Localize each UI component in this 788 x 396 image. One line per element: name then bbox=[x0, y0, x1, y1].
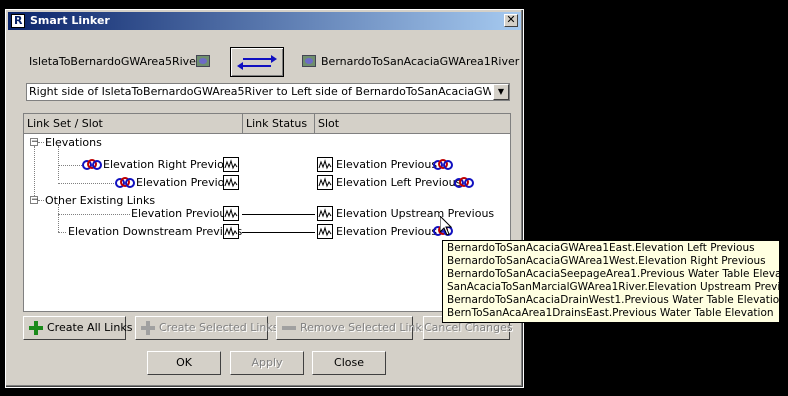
close-window-button[interactable]: ✕ bbox=[504, 14, 518, 27]
app-icon bbox=[11, 14, 25, 28]
window-title: Smart Linker bbox=[30, 14, 110, 27]
plus-icon bbox=[141, 321, 155, 335]
remove-selected-links-button[interactable]: Remove Selected Links bbox=[276, 316, 428, 340]
chevron-down-icon[interactable]: ▼ bbox=[493, 84, 509, 100]
minus-icon bbox=[282, 326, 296, 330]
collapse-icon[interactable]: − bbox=[30, 196, 39, 205]
link-chain-icon bbox=[454, 177, 474, 188]
left-object-label: IsletaToBernardoGWArea5River bbox=[29, 55, 201, 68]
link-set-selector[interactable]: Right side of IsletaToBernardoGWArea5Riv… bbox=[26, 83, 510, 101]
link-status-line bbox=[242, 232, 315, 233]
slot-graph-icon bbox=[223, 157, 239, 172]
tree-row-left-slot[interactable]: Elevation Downstream Previous bbox=[68, 225, 242, 238]
mouse-pointer-icon bbox=[440, 216, 452, 236]
create-selected-links-label: Create Selected Links bbox=[159, 321, 279, 334]
column-header-link-status[interactable]: Link Status bbox=[243, 114, 315, 134]
create-all-links-label: Create All Links bbox=[47, 321, 133, 334]
slot-graph-icon bbox=[317, 157, 333, 172]
smart-linker-dialog: Smart Linker ✕ IsletaToBernardoGWArea5Ri… bbox=[5, 9, 524, 388]
ok-button[interactable]: OK bbox=[147, 351, 221, 375]
slot-graph-icon bbox=[223, 224, 239, 239]
linked-slots-tooltip: BernardoToSanAcaciaGWArea1East.Elevation… bbox=[442, 240, 788, 323]
column-header-slot[interactable]: Slot bbox=[315, 114, 510, 134]
create-all-links-button[interactable]: Create All Links bbox=[23, 316, 132, 340]
tree-row-right-slot[interactable]: Elevation Upstream Previous bbox=[336, 207, 494, 220]
collapse-icon[interactable]: − bbox=[30, 138, 39, 147]
tooltip-line: BernardoToSanAcaciaGWArea1East.Elevation… bbox=[447, 242, 755, 254]
close-button[interactable]: Close bbox=[312, 351, 386, 375]
tooltip-line: BernardoToSanAcaciaSeepageArea1.Previous… bbox=[447, 268, 788, 280]
link-set-selector-value: Right side of IsletaToBernardoGWArea5Riv… bbox=[29, 85, 491, 98]
link-chain-icon bbox=[115, 177, 135, 188]
slot-graph-icon bbox=[223, 206, 239, 221]
tree-row-left-slot[interactable]: Elevation Previous bbox=[131, 207, 232, 220]
apply-button[interactable]: Apply bbox=[230, 351, 304, 375]
groundwater-object-icon bbox=[196, 55, 210, 67]
link-tree-table[interactable]: Link Set / Slot Link Status Slot − Eleva… bbox=[23, 113, 511, 312]
title-bar[interactable]: Smart Linker ✕ bbox=[8, 12, 521, 30]
link-chain-icon bbox=[433, 159, 453, 170]
remove-selected-links-label: Remove Selected Links bbox=[300, 321, 428, 334]
swap-objects-button[interactable] bbox=[230, 47, 284, 77]
slot-graph-icon bbox=[223, 175, 239, 190]
tooltip-line: BernardoToSanAcaciaGWArea1West.Elevation… bbox=[447, 255, 766, 267]
create-selected-links-button[interactable]: Create Selected Links bbox=[135, 316, 279, 340]
groundwater-object-icon bbox=[302, 55, 316, 67]
slot-graph-icon bbox=[317, 175, 333, 190]
column-header-link-set[interactable]: Link Set / Slot bbox=[24, 114, 243, 134]
swap-arrows-icon bbox=[237, 55, 277, 70]
tree-row-right-slot[interactable]: Elevation Previous bbox=[336, 158, 437, 171]
tooltip-line: BernardoToSanAcaciaDrainWest1.Previous W… bbox=[447, 294, 786, 306]
link-status-line bbox=[242, 214, 315, 215]
slot-graph-icon bbox=[317, 224, 333, 239]
slot-graph-icon bbox=[317, 206, 333, 221]
right-object-label: BernardoToSanAcaciaGWArea1River bbox=[321, 55, 520, 68]
tree-row-left-slot[interactable]: Elevation Right Previous bbox=[103, 158, 237, 171]
plus-icon bbox=[29, 321, 43, 335]
tree-row-right-slot[interactable]: Elevation Previous bbox=[336, 225, 437, 238]
group-label[interactable]: Elevations bbox=[45, 136, 102, 149]
tree-row-left-slot[interactable]: Elevation Previous bbox=[136, 176, 237, 189]
group-label[interactable]: Other Existing Links bbox=[45, 194, 155, 207]
link-chain-icon bbox=[82, 159, 102, 170]
tooltip-line: SanAcaciaToSanMarcialGWArea1River.Elevat… bbox=[447, 281, 788, 293]
tooltip-line: BernToSanAcaArea1DrainsEast.Previous Wat… bbox=[447, 307, 774, 319]
tree-row-right-slot[interactable]: Elevation Left Previous bbox=[336, 176, 461, 189]
